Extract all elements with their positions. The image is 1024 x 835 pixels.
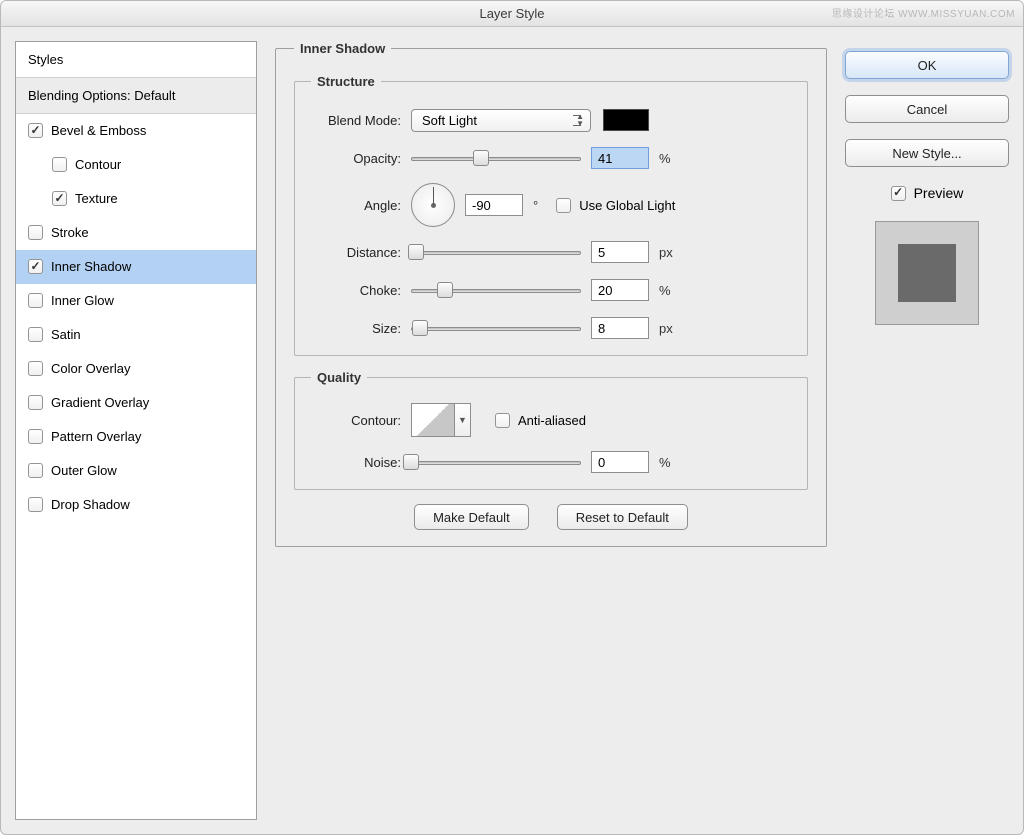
style-item-contour[interactable]: Contour (16, 148, 256, 182)
style-label: Stroke (51, 225, 89, 240)
style-item-drop-shadow[interactable]: Drop Shadow (16, 488, 256, 522)
style-item-gradient-overlay[interactable]: Gradient Overlay (16, 386, 256, 420)
new-style-button[interactable]: New Style... (845, 139, 1009, 167)
right-panel: OK Cancel New Style... Preview (845, 41, 1009, 820)
style-label: Texture (75, 191, 118, 206)
blend-mode-value: Soft Light (422, 113, 477, 128)
blend-mode-dropdown[interactable]: Soft Light ▲▼ (411, 109, 591, 132)
style-item-satin[interactable]: Satin (16, 318, 256, 352)
distance-label: Distance: (311, 245, 411, 260)
cancel-button[interactable]: Cancel (845, 95, 1009, 123)
use-global-light-checkbox[interactable] (556, 198, 571, 213)
style-label: Drop Shadow (51, 497, 130, 512)
size-input[interactable] (591, 317, 649, 339)
contour-label: Contour: (311, 413, 411, 428)
noise-input[interactable] (591, 451, 649, 473)
size-slider[interactable] (411, 319, 581, 337)
style-item-bevel-emboss[interactable]: Bevel & Emboss (16, 114, 256, 148)
layer-style-dialog: Layer Style 思缘设计论坛 WWW.MISSYUAN.COM Styl… (0, 0, 1024, 835)
choke-input[interactable] (591, 279, 649, 301)
style-label: Pattern Overlay (51, 429, 141, 444)
style-label: Satin (51, 327, 81, 342)
styles-header[interactable]: Styles (16, 42, 256, 78)
make-default-button[interactable]: Make Default (414, 504, 529, 530)
style-item-texture[interactable]: Texture (16, 182, 256, 216)
center-panel: Inner Shadow Structure Blend Mode: Soft … (275, 41, 827, 820)
panel-title: Inner Shadow (294, 41, 391, 56)
opacity-input[interactable] (591, 147, 649, 169)
structure-group: Structure Blend Mode: Soft Light ▲▼ Opac… (294, 74, 808, 356)
style-checkbox[interactable] (52, 157, 67, 172)
style-label: Contour (75, 157, 121, 172)
noise-slider[interactable] (411, 453, 581, 471)
style-item-color-overlay[interactable]: Color Overlay (16, 352, 256, 386)
ok-button[interactable]: OK (845, 51, 1009, 79)
style-checkbox[interactable] (28, 361, 43, 376)
style-item-stroke[interactable]: Stroke (16, 216, 256, 250)
chevron-up-down-icon: ▲▼ (576, 110, 584, 131)
style-checkbox[interactable] (52, 191, 67, 206)
style-checkbox[interactable] (28, 429, 43, 444)
style-checkbox[interactable] (28, 463, 43, 478)
size-label: Size: (311, 321, 411, 336)
use-global-light-label: Use Global Light (579, 198, 675, 213)
style-item-outer-glow[interactable]: Outer Glow (16, 454, 256, 488)
angle-label: Angle: (311, 198, 411, 213)
blending-options[interactable]: Blending Options: Default (16, 78, 256, 114)
style-label: Bevel & Emboss (51, 123, 146, 138)
preview-checkbox[interactable] (891, 186, 906, 201)
style-label: Outer Glow (51, 463, 117, 478)
angle-dial[interactable] (411, 183, 455, 227)
distance-input[interactable] (591, 241, 649, 263)
watermark: 思缘设计论坛 WWW.MISSYUAN.COM (832, 5, 1015, 20)
antialias-label: Anti-aliased (518, 413, 586, 428)
opacity-slider[interactable] (411, 149, 581, 167)
style-label: Inner Shadow (51, 259, 131, 274)
shadow-color-swatch[interactable] (603, 109, 649, 131)
style-checkbox[interactable] (28, 395, 43, 410)
quality-legend: Quality (311, 370, 367, 385)
style-checkbox[interactable] (28, 327, 43, 342)
styles-list: Styles Blending Options: Default Bevel &… (15, 41, 257, 820)
style-label: Inner Glow (51, 293, 114, 308)
structure-legend: Structure (311, 74, 381, 89)
noise-unit: % (659, 455, 671, 470)
opacity-label: Opacity: (311, 151, 411, 166)
style-label: Gradient Overlay (51, 395, 149, 410)
style-label: Color Overlay (51, 361, 130, 376)
preview-label: Preview (914, 185, 964, 201)
choke-unit: % (659, 283, 671, 298)
choke-label: Choke: (311, 283, 411, 298)
window-title: Layer Style (479, 6, 544, 21)
size-unit: px (659, 321, 673, 336)
style-checkbox[interactable] (28, 259, 43, 274)
style-checkbox[interactable] (28, 225, 43, 240)
contour-dropdown-button[interactable]: ▼ (455, 403, 471, 437)
noise-label: Noise: (311, 455, 411, 470)
style-item-inner-shadow[interactable]: Inner Shadow (16, 250, 256, 284)
angle-input[interactable] (465, 194, 523, 216)
distance-slider[interactable] (411, 243, 581, 261)
style-checkbox[interactable] (28, 497, 43, 512)
distance-unit: px (659, 245, 673, 260)
style-checkbox[interactable] (28, 293, 43, 308)
contour-preview[interactable] (411, 403, 455, 437)
style-item-pattern-overlay[interactable]: Pattern Overlay (16, 420, 256, 454)
antialias-checkbox[interactable] (495, 413, 510, 428)
quality-group: Quality Contour: ▼ Anti-aliased Noise: (294, 370, 808, 490)
preview-swatch (898, 244, 956, 302)
choke-slider[interactable] (411, 281, 581, 299)
preview-box (875, 221, 979, 325)
reset-default-button[interactable]: Reset to Default (557, 504, 688, 530)
inner-shadow-group: Inner Shadow Structure Blend Mode: Soft … (275, 41, 827, 547)
style-checkbox[interactable] (28, 123, 43, 138)
blend-mode-label: Blend Mode: (311, 113, 411, 128)
style-item-inner-glow[interactable]: Inner Glow (16, 284, 256, 318)
styles-panel: Styles Blending Options: Default Bevel &… (15, 41, 257, 820)
angle-unit: ° (533, 198, 538, 213)
opacity-unit: % (659, 151, 671, 166)
